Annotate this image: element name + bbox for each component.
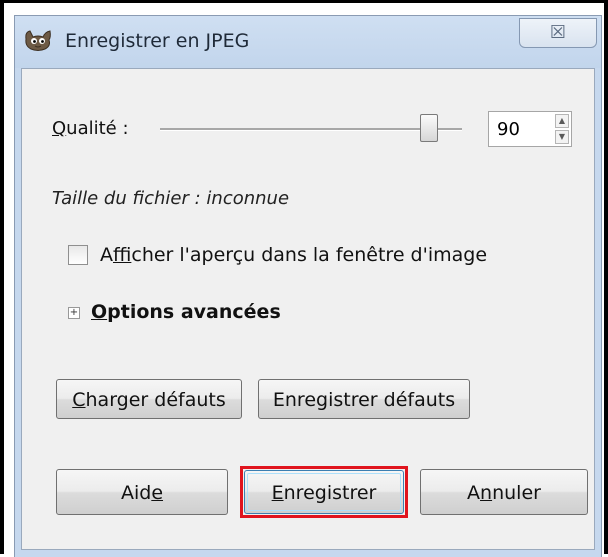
quality-value[interactable]: 90 <box>497 119 520 140</box>
preview-checkbox-label[interactable]: Afficher l'aperçu dans la fenêtre d'imag… <box>100 244 487 266</box>
quality-slider-thumb[interactable] <box>420 114 438 142</box>
spin-up-arrow-icon[interactable]: ▲ <box>555 114 569 128</box>
preview-checkbox[interactable] <box>68 245 88 265</box>
save-jpeg-dialog: Enregistrer en JPEG ☒ Qualité : 90 ▲ ▼ T… <box>14 15 602 557</box>
screenshot-frame: Enregistrer en JPEG ☒ Qualité : 90 ▲ ▼ T… <box>0 0 608 557</box>
dialog-title: Enregistrer en JPEG <box>65 30 250 52</box>
spin-down-arrow-icon[interactable]: ▼ <box>555 130 569 144</box>
file-size-text: Taille du fichier : inconnue <box>52 188 290 209</box>
gimp-wilber-icon <box>25 30 51 51</box>
dialog-content: Qualité : 90 ▲ ▼ Taille du fichier : inc… <box>21 68 595 550</box>
expand-plus-icon[interactable]: + <box>68 307 80 319</box>
close-icon: ☒ <box>549 22 567 43</box>
load-defaults-button[interactable]: Charger défauts <box>56 379 242 419</box>
close-button[interactable]: ☒ <box>519 18 597 48</box>
save-button[interactable]: Enregistrer <box>244 470 404 514</box>
cancel-button[interactable]: Annuler <box>420 469 588 515</box>
quality-slider-track[interactable] <box>160 128 462 131</box>
save-defaults-button[interactable]: Enregistrer défauts <box>258 379 470 419</box>
quality-spinbutton[interactable]: 90 ▲ ▼ <box>488 111 572 147</box>
advanced-options-expander[interactable]: Options avancées <box>91 301 281 323</box>
help-button[interactable]: Aide <box>56 469 228 515</box>
quality-label: Qualité : <box>52 118 129 139</box>
title-bar[interactable]: Enregistrer en JPEG ☒ <box>15 16 601 68</box>
